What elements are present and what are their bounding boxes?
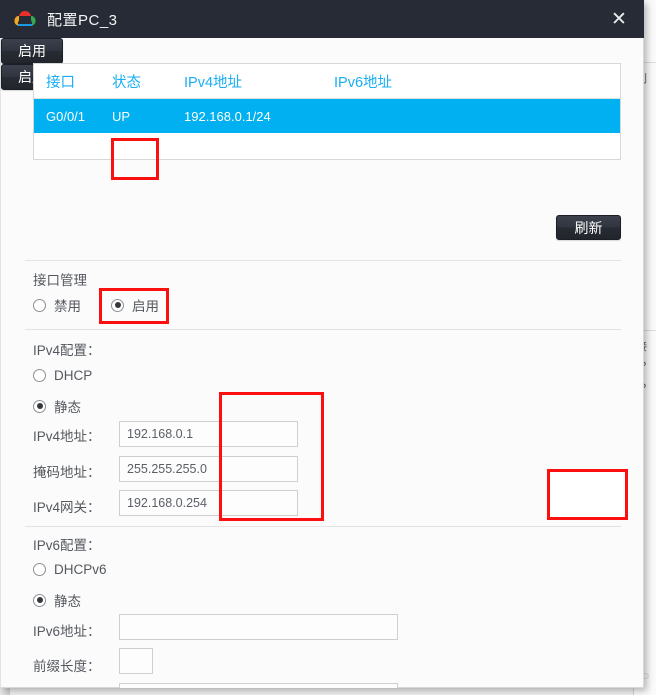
- ipv6-address-input[interactable]: [119, 614, 398, 640]
- label-ipv6-address: IPv6地址：: [33, 624, 101, 639]
- column-header-ipv6: IPv6地址: [334, 74, 393, 91]
- close-icon[interactable]: ✕: [594, 0, 644, 38]
- dialog-body: 接口 状态 IPv4地址 IPv6地址 G0/0/1 UP 192.168.0.…: [0, 38, 644, 688]
- radio-ipv4-dhcp[interactable]: DHCP: [33, 368, 92, 383]
- radio-ipv4-static[interactable]: 静态: [33, 396, 81, 416]
- radio-dot-icon: [111, 298, 124, 312]
- cell-interface: G0/0/1: [46, 108, 86, 124]
- interface-admin-title: 接口管理: [33, 273, 87, 288]
- radio-label: 静态: [54, 400, 81, 415]
- radio-dot-icon: [33, 298, 46, 312]
- ipv4-section-title: IPv4配置：: [33, 343, 101, 358]
- radio-dot-icon: [33, 399, 46, 413]
- cell-ipv4: 192.168.0.1/24: [184, 108, 271, 124]
- ipv6-prefix-length-input[interactable]: [119, 648, 153, 674]
- divider: [25, 260, 621, 261]
- interface-table: 接口 状态 IPv4地址 IPv6地址 G0/0/1 UP 192.168.0.…: [33, 63, 621, 160]
- ipv4-address-input[interactable]: [119, 421, 298, 447]
- dialog-title: 配置PC_3: [47, 11, 118, 29]
- table-empty-area: [34, 133, 620, 159]
- interface-table-header: 接口 状态 IPv4地址 IPv6地址: [34, 64, 620, 99]
- radio-ipv6-dhcpv6[interactable]: DHCPv6: [33, 562, 107, 577]
- radio-label: DHCPv6: [54, 562, 107, 577]
- divider: [25, 526, 621, 527]
- configure-pc-dialog: 配置PC_3 ✕ 接口 状态 IPv4地址 IPv6地址 G0/0/1 UP 1…: [0, 0, 644, 688]
- ipv6-section-title: IPv6配置：: [33, 538, 101, 553]
- label-ipv6-prefix-length: 前缀长度：: [33, 659, 101, 674]
- ipv6-gateway-input[interactable]: [119, 683, 398, 688]
- cloud-logo-icon: [14, 11, 36, 26]
- table-row[interactable]: G0/0/1 UP 192.168.0.1/24: [34, 99, 620, 133]
- radio-label: 启用: [132, 299, 159, 314]
- radio-label: DHCP: [54, 368, 93, 383]
- radio-label: 静态: [54, 594, 81, 609]
- ipv4-netmask-input[interactable]: [119, 456, 298, 482]
- radio-ipv6-static[interactable]: 静态: [33, 590, 81, 610]
- annotation-box-ipv4-apply: [547, 469, 628, 520]
- label-ipv4-address: IPv4地址：: [33, 429, 101, 444]
- label-ipv4-gateway: IPv4网关：: [33, 500, 101, 515]
- dialog-titlebar: 配置PC_3 ✕: [0, 0, 644, 38]
- column-header-interface: 接口: [46, 74, 75, 91]
- radio-label: 禁用: [54, 299, 81, 314]
- cell-status: UP: [112, 108, 131, 124]
- column-header-status: 状态: [112, 74, 141, 91]
- refresh-button[interactable]: 刷新: [556, 215, 621, 240]
- divider: [25, 329, 621, 330]
- ipv4-gateway-input[interactable]: [119, 490, 298, 516]
- radio-interface-disable[interactable]: 禁用: [33, 295, 81, 315]
- column-header-ipv4: IPv4地址: [184, 74, 243, 91]
- ipv4-apply-button[interactable]: 启用: [1, 38, 63, 64]
- radio-interface-enable[interactable]: 启用: [111, 295, 159, 315]
- radio-dot-icon: [33, 593, 46, 607]
- radio-dot-icon: [33, 369, 46, 382]
- label-ipv4-netmask: 掩码地址：: [33, 465, 101, 480]
- radio-dot-icon: [33, 563, 46, 576]
